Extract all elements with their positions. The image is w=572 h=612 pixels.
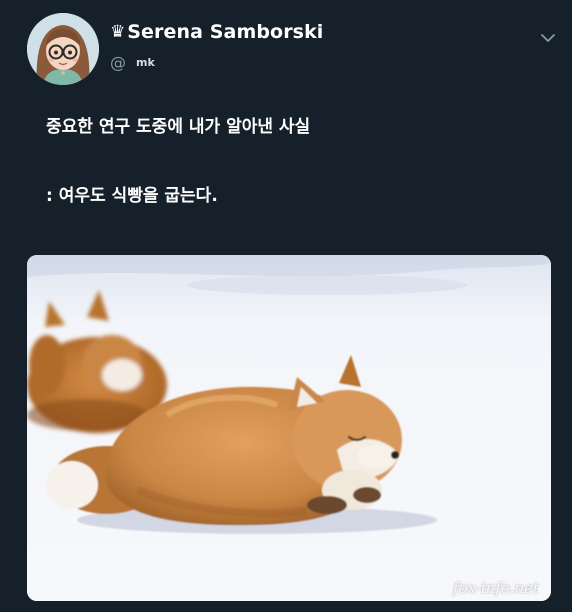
chevron-down-icon[interactable] bbox=[540, 30, 556, 46]
tweet-text-line-1: 중요한 연구 도중에 내가 알아낸 사실 bbox=[46, 117, 311, 137]
tweet-media-photo[interactable]: fox-info.net bbox=[27, 255, 551, 601]
photo-watermark: fox-info.net bbox=[453, 579, 539, 597]
crown-icon: ♛ bbox=[110, 21, 126, 42]
display-name[interactable]: Serena Samborski bbox=[127, 21, 323, 43]
author-name-row[interactable]: ♛ Serena Samborski bbox=[110, 21, 323, 43]
tweet-card: ♛ Serena Samborski @ mk 중요한 연구 도중에 내가 알아… bbox=[0, 0, 572, 612]
at-icon: @ bbox=[110, 53, 126, 72]
handle-row[interactable]: @ mk bbox=[110, 53, 155, 72]
avatar-illustration bbox=[27, 13, 99, 85]
fox-photo-illustration bbox=[27, 255, 551, 601]
user-handle[interactable]: mk bbox=[136, 56, 155, 69]
avatar[interactable] bbox=[27, 13, 99, 85]
tweet-text-line-2: : 여우도 식빵을 굽는다. bbox=[46, 186, 218, 206]
